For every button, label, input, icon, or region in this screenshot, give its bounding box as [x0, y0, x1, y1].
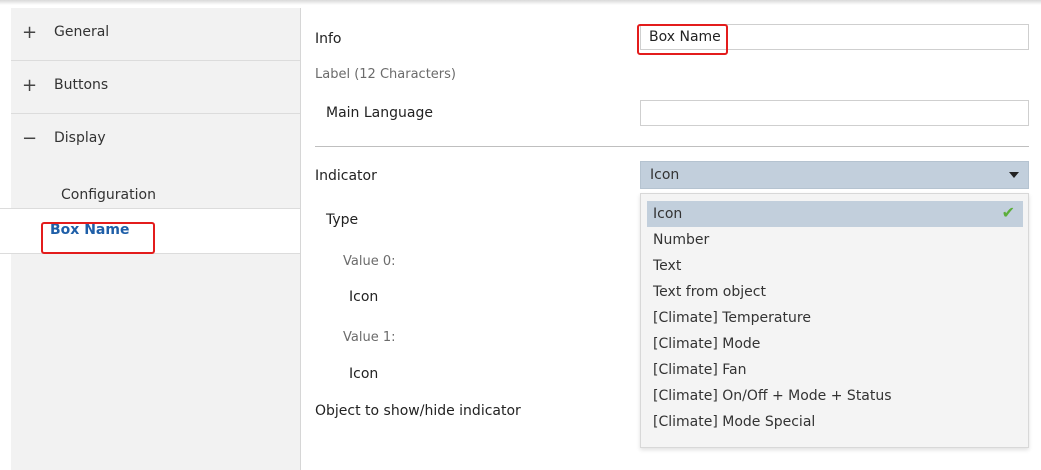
main-language-field[interactable] [640, 100, 1029, 126]
option-label: [Climate] Mode [653, 336, 761, 352]
value0-value: Icon [349, 289, 379, 305]
dropdown-option-climate-mode-special[interactable]: [Climate] Mode Special [647, 409, 1023, 435]
expand-icon: + [22, 75, 38, 96]
option-label: Text [653, 258, 682, 274]
option-label: [Climate] Mode Special [653, 414, 816, 430]
indicator-select-value: Icon [650, 167, 680, 183]
dropdown-option-climate-temperature[interactable]: [Climate] Temperature [647, 305, 1023, 331]
sidebar-item-buttons[interactable]: + Buttons [11, 61, 300, 114]
option-label: Number [653, 232, 710, 248]
dropdown-option-icon[interactable]: Icon ✔ [647, 201, 1023, 227]
dropdown-option-text[interactable]: Text [647, 253, 1023, 279]
value1-label: Value 1: [343, 330, 396, 345]
option-label: Text from object [653, 284, 766, 300]
chevron-down-icon [1009, 172, 1019, 178]
indicator-select[interactable]: Icon [640, 161, 1029, 189]
expand-icon: + [22, 22, 38, 43]
sidebar-item-label: Display [54, 130, 106, 146]
collapse-icon: − [22, 128, 38, 149]
value0-label: Value 0: [343, 254, 396, 269]
dropdown-option-text-from-object[interactable]: Text from object [647, 279, 1023, 305]
dropdown-option-climate-fan[interactable]: [Climate] Fan [647, 357, 1023, 383]
dropdown-option-number[interactable]: Number [647, 227, 1023, 253]
highlight-box-info [637, 24, 728, 55]
type-label: Type [326, 212, 359, 228]
info-label: Info [315, 31, 342, 47]
object-label: Object to show/hide indicator [315, 403, 521, 419]
highlight-box-sidebar [41, 222, 155, 254]
indicator-dropdown-menu: Icon ✔ Number Text Text from object [Cli… [640, 193, 1029, 448]
option-label: [Climate] Fan [653, 362, 747, 378]
option-label: Icon [653, 206, 683, 222]
dropdown-option-climate-onoff-mode-status[interactable]: [Climate] On/Off + Mode + Status [647, 383, 1023, 409]
value1-value: Icon [349, 366, 379, 382]
option-label: [Climate] Temperature [653, 310, 811, 326]
label-section-heading: Label (12 Characters) [315, 67, 456, 82]
top-shadow [0, 0, 1041, 5]
sidebar-item-general[interactable]: + General [11, 8, 300, 61]
main-panel: Info Box Name Label (12 Characters) Main… [301, 8, 1041, 470]
indicator-label: Indicator [315, 168, 377, 184]
main-language-label: Main Language [326, 105, 433, 121]
sidebar-item-label: Configuration [61, 187, 156, 203]
sidebar-item-label: General [54, 24, 110, 40]
sidebar-item-label: Buttons [54, 77, 109, 93]
sidebar-item-display[interactable]: − Display [11, 114, 300, 166]
option-label: [Climate] On/Off + Mode + Status [653, 388, 892, 404]
check-icon: ✔ [1001, 203, 1015, 222]
window: + General + Buttons − Display Configurat… [0, 0, 1041, 470]
dropdown-option-climate-mode[interactable]: [Climate] Mode [647, 331, 1023, 357]
divider [315, 146, 1029, 147]
